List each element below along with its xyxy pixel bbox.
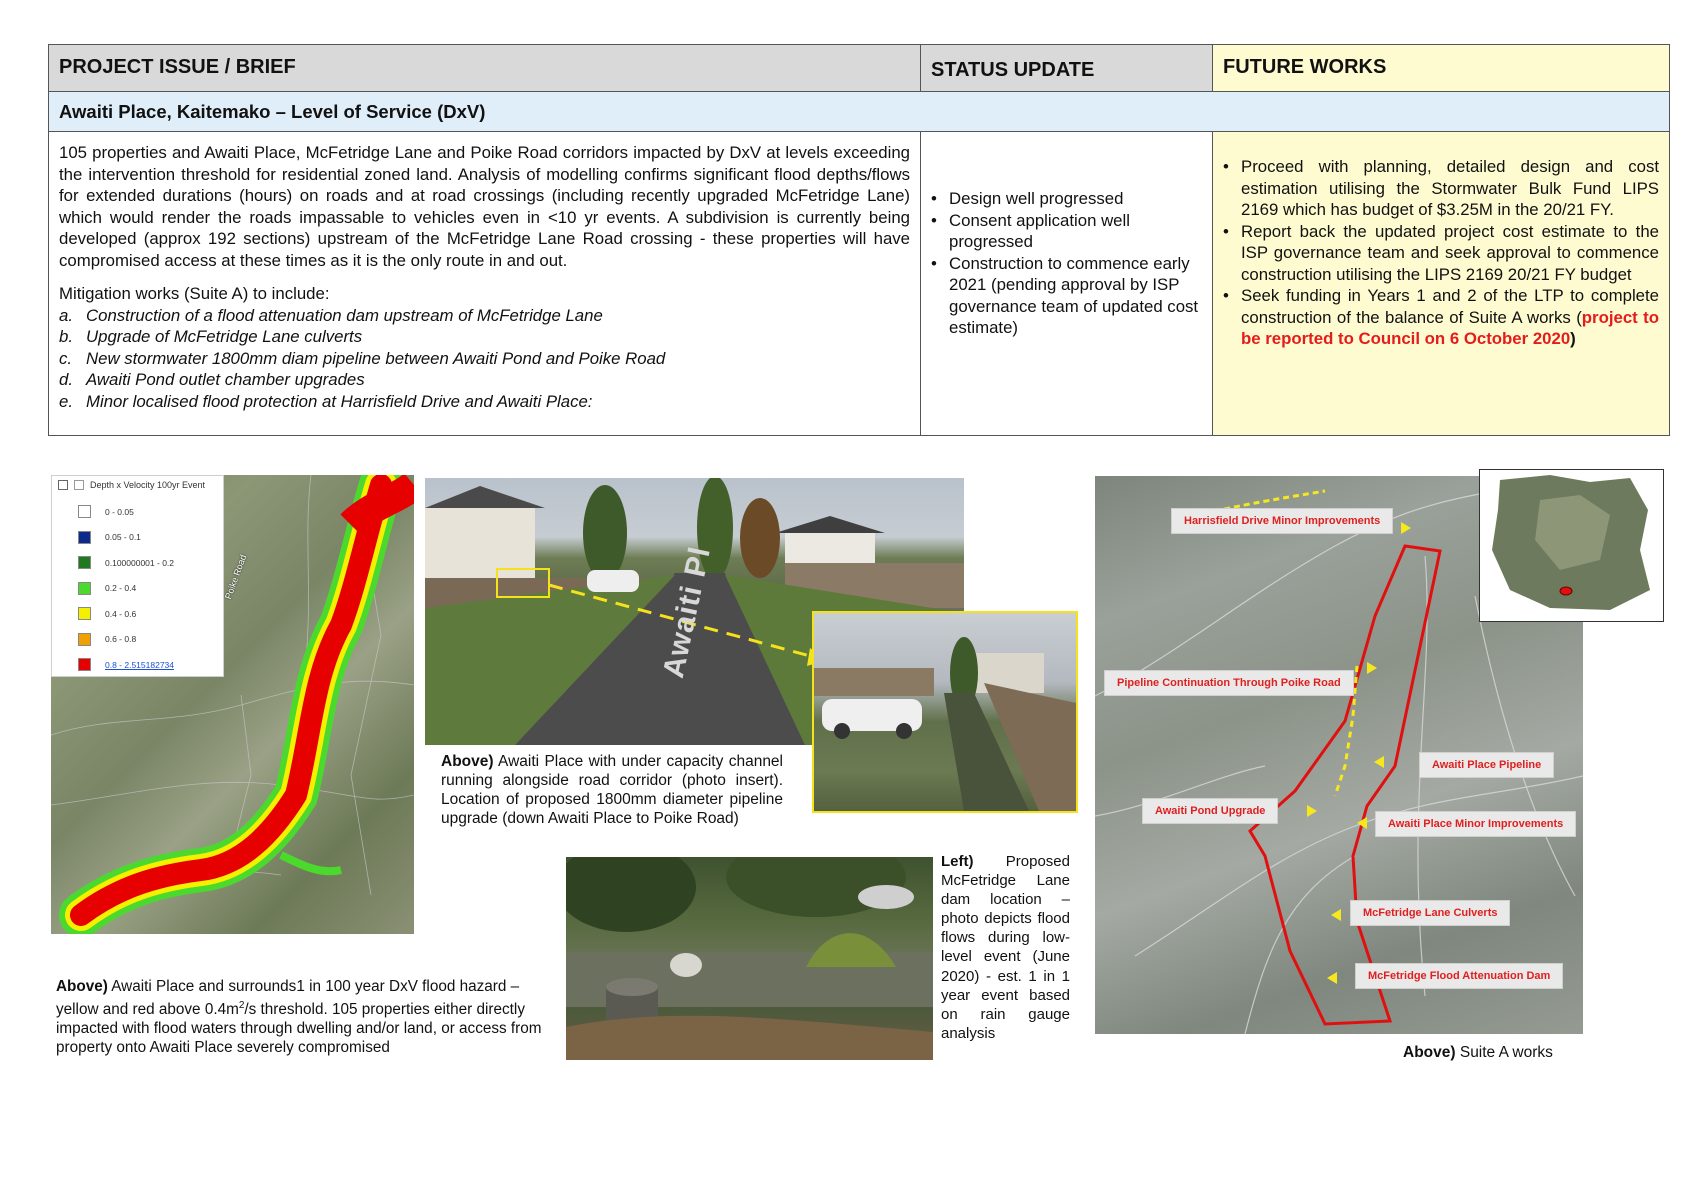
mitigation-list: a. Construction of a flood attenuation da… xyxy=(59,305,910,413)
mitigation-intro: Mitigation works (Suite A) to include: xyxy=(59,284,330,303)
header-status-update: STATUS UPDATE xyxy=(920,44,1213,92)
label-mcfetridge-culverts: McFetridge Lane Culverts xyxy=(1351,901,1510,925)
content-row: 105 properties and Awaiti Place, McFetri… xyxy=(48,131,1670,436)
list-item: Seek funding in Years 1 and 2 of the LTP… xyxy=(1223,285,1659,350)
list-item: a. Construction of a flood attenuation da… xyxy=(59,305,603,325)
header-row: PROJECT ISSUE / BRIEF STATUS UPDATE FUTU… xyxy=(48,44,1670,92)
list-item: Design well progressed xyxy=(931,188,1202,210)
swatch xyxy=(78,607,91,621)
list-item: c. New stormwater 1800mm diam pipeline be… xyxy=(59,348,666,368)
status-list: Design well progressed Consent applicati… xyxy=(931,188,1202,339)
legend: Depth x Velocity 100yr Event 0 - 0.05 0.… xyxy=(51,475,224,677)
issue-paragraph: 105 properties and Awaiti Place, McFetri… xyxy=(59,143,910,270)
list-item: d. Awaiti Pond outlet chamber upgrades xyxy=(59,370,365,389)
flood-hazard-map: Poike Road Depth x Velocity 100yr Event … xyxy=(51,475,414,934)
project-title: Awaiti Place, Kaitemako – Level of Servi… xyxy=(48,91,1670,132)
future-list: Proceed with planning, detailed design a… xyxy=(1223,156,1659,350)
list-item: e. Minor localised flood protection at Ha… xyxy=(59,391,593,411)
label-awaiti-place-pipeline: Awaiti Place Pipeline xyxy=(1420,753,1554,777)
label-awaiti-place-minor: Awaiti Place Minor Improvements xyxy=(1376,812,1576,836)
legend-item: 0.4 - 0.6 xyxy=(52,601,223,627)
list-item: Construction to commence early 2021 (pen… xyxy=(931,253,1202,339)
label-harrisfield-drive: Harrisfield Drive Minor Improvements xyxy=(1172,509,1393,533)
list-item: Proceed with planning, detailed design a… xyxy=(1223,156,1659,221)
swatch xyxy=(78,530,91,544)
legend-item: 0.2 - 0.4 xyxy=(52,576,223,602)
legend-title: Depth x Velocity 100yr Event xyxy=(52,476,223,490)
locator-inset-map xyxy=(1479,469,1664,622)
future-cell: Proceed with planning, detailed design a… xyxy=(1212,131,1670,436)
suite-a-caption: Above) Suite A works xyxy=(1403,1044,1553,1061)
map1-caption: Above) Awaiti Place and surrounds1 in 10… xyxy=(56,978,542,1057)
swatch xyxy=(78,581,91,595)
legend-item: 0.6 - 0.8 xyxy=(52,627,223,653)
list-item: b. Upgrade of McFetridge Lane culverts xyxy=(59,327,363,346)
label-awaiti-pond-upgrade: Awaiti Pond Upgrade xyxy=(1143,799,1278,823)
swatch xyxy=(78,505,91,519)
swatch xyxy=(78,632,91,646)
dam-location-photo xyxy=(566,857,933,1060)
layer-icon xyxy=(74,480,84,490)
swatch xyxy=(78,658,91,672)
dam-photo-caption: Left) Proposed McFetridge Lane dam locat… xyxy=(941,853,1070,1042)
project-brief-table: PROJECT ISSUE / BRIEF STATUS UPDATE FUTU… xyxy=(48,44,1670,436)
channel-insert-photo xyxy=(812,611,1078,813)
header-future-works: FUTURE WORKS xyxy=(1212,44,1670,92)
legend-item: 0.05 - 0.1 xyxy=(52,525,223,551)
legend-item: 0.8 - 2.515182734 xyxy=(52,652,223,678)
label-mcfetridge-dam: McFetridge Flood Attenuation Dam xyxy=(1356,964,1563,988)
legend-item: 0 - 0.05 xyxy=(52,499,223,525)
swatch xyxy=(78,556,91,570)
label-pipeline-poike-road: Pipeline Continuation Through Poike Road xyxy=(1105,671,1353,695)
legend-item: 0.100000001 - 0.2 xyxy=(52,550,223,576)
project-title-row: Awaiti Place, Kaitemako – Level of Servi… xyxy=(48,91,1670,132)
list-item: Report back the updated project cost est… xyxy=(1223,221,1659,286)
header-project-issue: PROJECT ISSUE / BRIEF xyxy=(48,44,921,92)
issue-cell: 105 properties and Awaiti Place, McFetri… xyxy=(48,131,921,436)
list-item: Consent application well progressed xyxy=(931,210,1202,253)
checkbox-icon xyxy=(58,480,68,490)
photo1-caption: Above) Awaiti Place with under capacity … xyxy=(427,748,789,856)
status-cell: Design well progressed Consent applicati… xyxy=(920,131,1213,436)
